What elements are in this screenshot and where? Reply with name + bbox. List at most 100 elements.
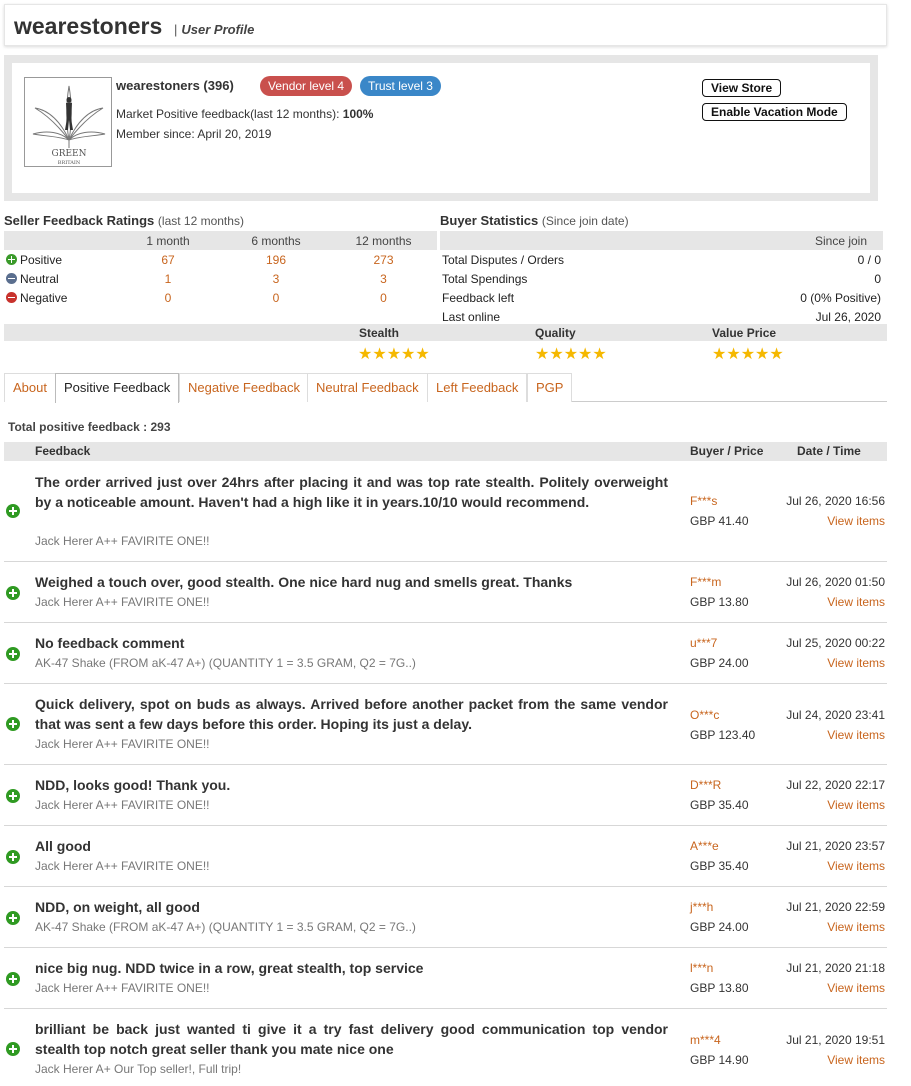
positive-icon [6, 253, 17, 265]
buyer-stats-title-text: Buyer Statistics [440, 213, 539, 228]
view-items-link[interactable]: View items [827, 920, 885, 934]
feedback-item-link[interactable]: Jack Herer A+ Our Top seller!, Full trip… [35, 1062, 241, 1076]
positive-feedback-icon [6, 911, 20, 925]
view-items-link[interactable]: View items [827, 728, 885, 742]
view-items-link[interactable]: View items [827, 595, 885, 609]
feedback-row: NDD, on weight, all good AK-47 Shake (FR… [4, 887, 887, 948]
feedback-item-link[interactable]: Jack Herer A++ FAVIRITE ONE!! [35, 859, 210, 873]
feedback-buyer: D***R [690, 778, 722, 792]
col-since-join: Since join [704, 231, 883, 250]
feedback-price: GBP 14.90 [690, 1053, 749, 1067]
view-items-link[interactable]: View items [827, 859, 885, 873]
buyer-stat-value: 0 [874, 271, 881, 286]
feedback-price: GBP 123.40 [690, 728, 756, 742]
stealth-stars-icon: ★★★★★ [358, 346, 430, 363]
rating-label-positive: Positive [20, 252, 63, 267]
view-items-link[interactable]: View items [827, 1053, 885, 1067]
view-items-link[interactable]: View items [827, 798, 885, 812]
market-feedback-value: 100% [342, 107, 374, 121]
quality-stars-icon: ★★★★★ [535, 346, 607, 363]
feedback-item-link[interactable]: Jack Herer A++ FAVIRITE ONE!! [35, 981, 210, 995]
rating-value: 3 [272, 271, 280, 286]
value-price-stars-icon: ★★★★★ [712, 346, 784, 363]
rating-value: 273 [373, 252, 394, 267]
profile-card: GREEN BRITAIN wearestoners (396) Vendor … [4, 55, 878, 201]
feedback-price: GBP 35.40 [690, 859, 749, 873]
rating-label-neutral: Neutral [20, 271, 59, 286]
trust-level-badge: Trust level 3 [360, 76, 441, 96]
cannabis-leaf-logo-icon: GREEN BRITAIN [32, 85, 106, 166]
rating-row-neutral: Neutral 1 3 3 [4, 269, 437, 288]
feedback-comment: All good [35, 838, 91, 854]
neutral-icon [6, 272, 17, 284]
rating-row-negative: Negative 0 0 0 [4, 288, 437, 307]
positive-feedback-icon [6, 717, 20, 731]
feedback-item-link[interactable]: Jack Herer A++ FAVIRITE ONE!! [35, 534, 210, 548]
title-separator: | [174, 22, 178, 37]
view-store-button[interactable]: View Store [702, 79, 782, 97]
page-subtitle: | User Profile [174, 22, 254, 37]
feedback-item-link[interactable]: Jack Herer A++ FAVIRITE ONE!! [35, 798, 210, 812]
feedback-price: GBP 13.80 [690, 595, 749, 609]
view-items-link[interactable]: View items [827, 981, 885, 995]
vendor-level-badge: Vendor level 4 [260, 76, 353, 96]
buyer-stat-value: 0 / 0 [857, 252, 881, 267]
feedback-date: Jul 26, 2020 16:56 [786, 494, 885, 508]
page-header: wearestoners | User Profile [4, 4, 887, 46]
feedback-date: Jul 21, 2020 21:18 [786, 961, 885, 975]
tab-positive-feedback[interactable]: Positive Feedback [55, 373, 180, 403]
feedback-buyer: A***e [690, 839, 719, 853]
ratings-bar: Stealth Quality Value Price [4, 324, 887, 341]
avatar: GREEN BRITAIN [24, 77, 112, 167]
avatar-text-green: GREEN [52, 149, 87, 159]
feedback-price: GBP 35.40 [690, 798, 749, 812]
feedback-comment: Weighed a touch over, good stealth. One … [35, 574, 573, 590]
col-1-month: 1 month [114, 231, 222, 250]
feedback-row: No feedback comment AK-47 Shake (FROM aK… [4, 623, 887, 684]
feedback-buyer: F***m [690, 575, 722, 589]
feedback-item-link[interactable]: Jack Herer A++ FAVIRITE ONE!! [35, 737, 210, 751]
tab-about[interactable]: About [4, 373, 56, 402]
feedback-row: Quick delivery, spot on buds as always. … [4, 684, 887, 765]
buyer-stats-table: Since join Total Disputes / Orders 0 / 0… [440, 231, 883, 326]
feedback-comment: NDD, looks good! Thank you. [35, 777, 231, 793]
positive-feedback-icon [6, 972, 20, 986]
rating-value: 3 [380, 271, 387, 286]
feedback-row: brilliant be back just wanted ti give it… [4, 1009, 887, 1086]
feedback-price: GBP 24.00 [690, 656, 749, 670]
col-12-months: 12 months [330, 231, 437, 250]
feedback-item-link[interactable]: AK-47 Shake (FROM aK-47 A+) (QUANTITY 1 … [35, 656, 416, 670]
feedback-item-link[interactable]: AK-47 Shake (FROM aK-47 A+) (QUANTITY 1 … [35, 920, 416, 934]
view-items-link[interactable]: View items [827, 514, 885, 528]
page-subtitle-text: User Profile [181, 22, 255, 37]
seller-ratings-title: Seller Feedback Ratings (last 12 months) [4, 213, 244, 228]
rating-label-negative: Negative [20, 290, 68, 305]
buyer-stat-value: 0 (0% Positive) [800, 290, 881, 305]
feedback-price: GBP 13.80 [690, 981, 749, 995]
rating-quality-label: Quality [535, 326, 576, 340]
feedback-row: NDD, looks good! Thank you. Jack Herer A… [4, 765, 887, 826]
header-buyer-price: Buyer / Price [690, 444, 764, 458]
negative-icon [6, 291, 17, 303]
feedback-comment: brilliant be back just wanted ti give it… [35, 1021, 668, 1057]
feedback-comment: Quick delivery, spot on buds as always. … [35, 696, 668, 732]
avatar-text-britain: BRITAIN [58, 160, 81, 166]
tab-pgp[interactable]: PGP [527, 373, 573, 402]
feedback-comment: No feedback comment [35, 635, 185, 651]
buyer-stat-row: Feedback left 0 (0% Positive) [440, 288, 883, 307]
tab-neutral-feedback[interactable]: Neutral Feedback [307, 373, 428, 402]
feedback-comment: NDD, on weight, all good [35, 899, 200, 915]
profile-tabs: About Positive Feedback Negative Feedbac… [4, 373, 887, 403]
feedback-item-link[interactable]: Jack Herer A++ FAVIRITE ONE!! [35, 595, 210, 609]
buyer-stat-row: Total Disputes / Orders 0 / 0 [440, 250, 883, 269]
feedback-table-header: Feedback Buyer / Price Date / Time [4, 442, 887, 461]
positive-feedback-icon [6, 647, 20, 661]
col-6-months: 6 months [222, 231, 330, 250]
feedback-date: Jul 24, 2020 23:41 [786, 708, 885, 722]
enable-vacation-mode-button[interactable]: Enable Vacation Mode [702, 103, 847, 121]
tab-negative-feedback[interactable]: Negative Feedback [179, 373, 310, 402]
feedback-date: Jul 21, 2020 19:51 [786, 1033, 885, 1047]
view-items-link[interactable]: View items [827, 656, 885, 670]
page-title-username: wearestoners [14, 13, 163, 39]
tab-left-feedback[interactable]: Left Feedback [427, 373, 528, 402]
